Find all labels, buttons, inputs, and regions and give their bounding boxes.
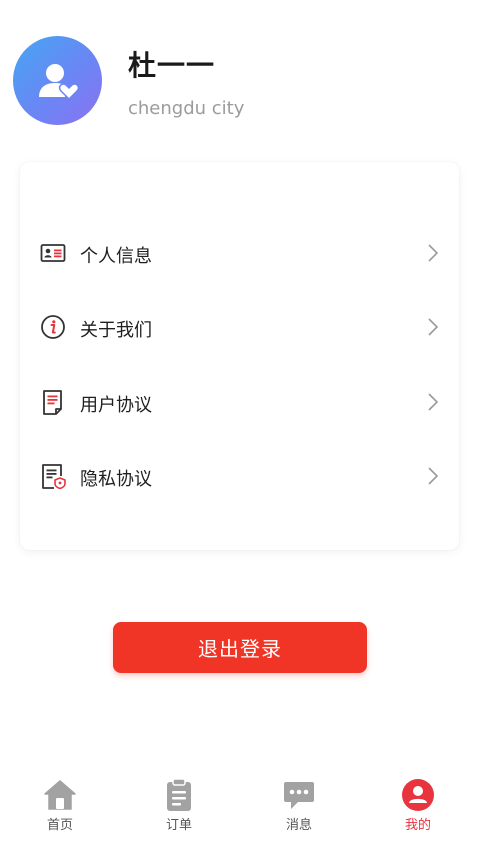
user-icon bbox=[402, 779, 434, 811]
tab-messages[interactable]: 消息 bbox=[259, 778, 339, 838]
chevron-right-icon bbox=[428, 244, 439, 262]
tab-home[interactable]: 首页 bbox=[20, 778, 100, 838]
info-icon bbox=[41, 315, 65, 339]
tab-mine[interactable]: 我的 bbox=[378, 778, 458, 838]
user-heart-icon bbox=[38, 63, 79, 100]
privacy-document-icon bbox=[42, 464, 66, 489]
chevron-right-icon bbox=[428, 318, 439, 336]
chevron-right-icon bbox=[428, 467, 439, 485]
logout-button[interactable]: 退出登录 bbox=[113, 622, 367, 673]
menu-item-label: 用户协议 bbox=[80, 395, 152, 416]
user-name: 杜一一 bbox=[128, 49, 216, 82]
chat-icon bbox=[284, 782, 314, 809]
menu-item-user-agreement[interactable]: 用户协议 bbox=[20, 377, 459, 427]
tab-label: 消息 bbox=[285, 818, 312, 833]
clipboard-icon bbox=[167, 778, 191, 811]
menu-item-label: 个人信息 bbox=[80, 246, 152, 267]
tab-orders[interactable]: 订单 bbox=[139, 778, 219, 838]
menu-card: 个人信息 关于我们 用户协议 隐私协议 bbox=[20, 162, 459, 550]
tab-label: 订单 bbox=[165, 818, 192, 833]
id-card-icon bbox=[40, 244, 66, 262]
menu-item-label: 隐私协议 bbox=[80, 469, 152, 490]
menu-item-about-us[interactable]: 关于我们 bbox=[20, 302, 459, 352]
chevron-right-icon bbox=[428, 393, 439, 411]
avatar[interactable] bbox=[13, 36, 102, 125]
tab-label: 首页 bbox=[46, 818, 73, 833]
document-icon bbox=[43, 390, 62, 415]
menu-item-personal-info[interactable]: 个人信息 bbox=[20, 228, 459, 278]
menu-item-privacy-agreement[interactable]: 隐私协议 bbox=[20, 451, 459, 501]
profile-header: 杜一一 chengdu city bbox=[0, 0, 478, 150]
home-icon bbox=[44, 780, 76, 810]
user-city: chengdu city bbox=[128, 98, 245, 119]
bottom-tab-bar: 首页 订单 消息 我的 bbox=[0, 768, 478, 850]
menu-item-label: 关于我们 bbox=[80, 320, 152, 341]
tab-label: 我的 bbox=[404, 818, 431, 833]
